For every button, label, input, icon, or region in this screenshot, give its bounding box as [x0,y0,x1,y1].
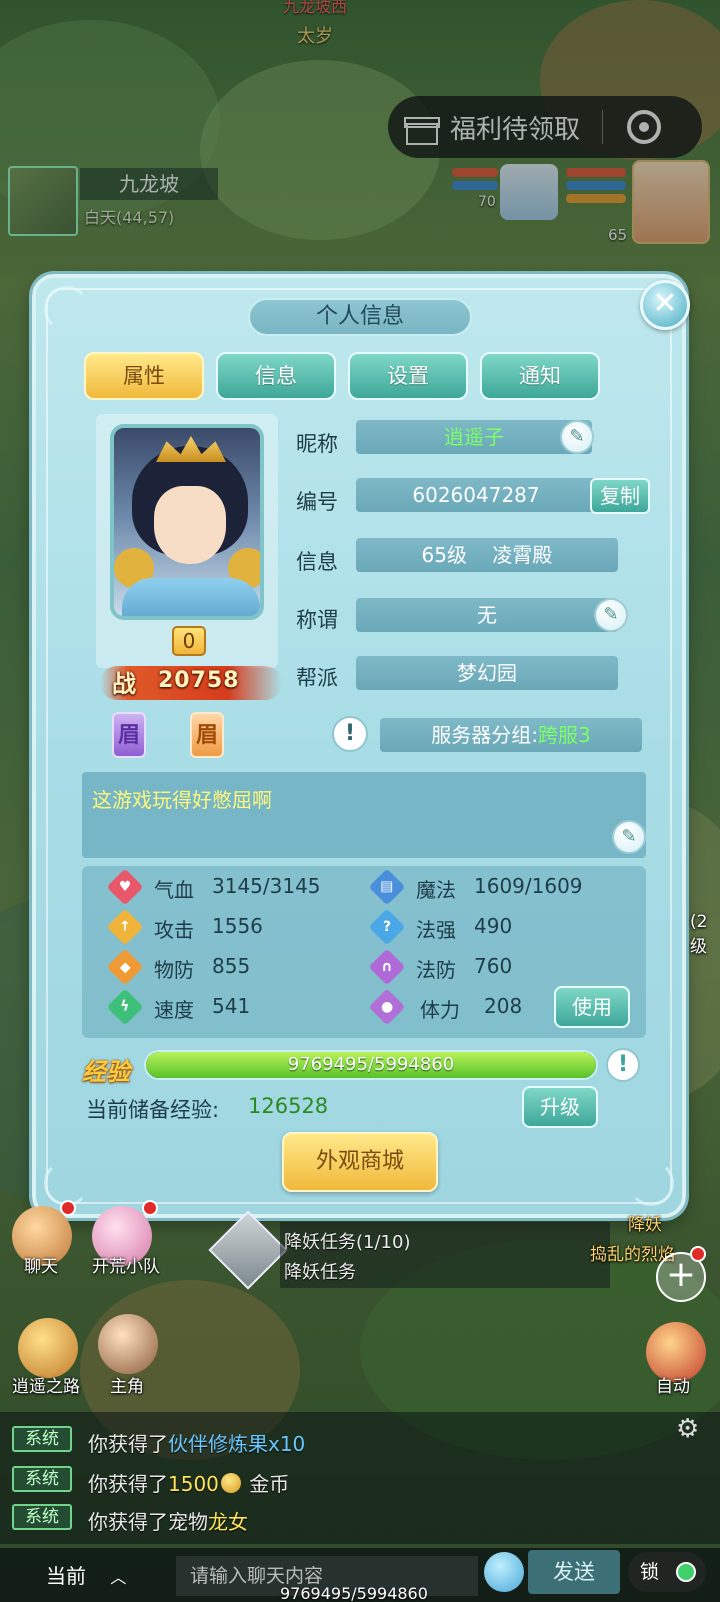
title-badge-orange[interactable]: 眉 [190,712,224,758]
mp-label: 魔法 [416,878,456,902]
hero-menu-icon[interactable] [98,1314,158,1374]
title-badge-purple[interactable]: 眉 [112,712,146,758]
team-notification-dot [142,1200,158,1216]
chat-channel-label: 当前 [46,1564,86,1588]
nickname-label: 昵称 [296,432,338,456]
quest-progress: 降妖任务(1/10) [284,1232,411,1253]
avatar-count-badge: 0 [172,626,206,656]
combat-power-value: 20758 [158,668,240,693]
magic-defense-value: 760 [474,954,513,978]
road-label: 逍遥之路 [12,1377,80,1397]
lock-label: 锁 [640,1561,660,1583]
tab-settings[interactable]: 设置 [348,352,468,400]
use-stamina-button[interactable]: 使用 [554,986,630,1028]
team-label: 开荒小队 [92,1257,160,1277]
side-quest-title: 降妖 [628,1215,662,1235]
guild-value: 梦幻园 [356,656,618,690]
stamina-value: 208 [484,994,523,1018]
stamina-label: 体力 [420,998,460,1022]
stored-exp-label: 当前储备经验: [86,1098,220,1122]
server-group: 服务器分组:跨服3 [380,718,642,752]
title-value: 无 [356,598,618,632]
id-label: 编号 [296,490,338,514]
lock-toggle[interactable]: 锁 [628,1552,706,1592]
attack-label: 攻击 [154,918,194,942]
magic-defense-label: 法防 [416,958,456,982]
quest-tracker[interactable]: 降妖任务(1/10) 降妖任务 [280,1222,610,1288]
footer-exp-text: 9769495/5994860 [280,1584,428,1602]
close-button[interactable]: ✕ [640,280,690,330]
gear-icon[interactable]: ⚙ [676,1414,699,1444]
auto-battle-label: 自动 [656,1377,690,1397]
chat-message-2: 你获得了1500 金币 [88,1472,290,1496]
copy-id-button[interactable]: 复制 [590,478,650,514]
tab-info[interactable]: 信息 [216,352,336,400]
avatar[interactable] [110,424,264,620]
upgrade-button[interactable]: 升级 [522,1086,598,1128]
system-tag: 系统 [12,1504,72,1530]
info-value: 65级 凌霄殿 [356,538,618,572]
signature-text: 这游戏玩得好憋屈啊 [92,788,272,812]
exp-info-icon[interactable]: ! [606,1048,640,1082]
server-group-value: 跨服3 [538,723,591,747]
magic-power-value: 490 [474,914,513,938]
tab-notifications[interactable]: 通知 [480,352,600,400]
nickname-value: 逍遥子 [356,420,592,454]
system-tag: 系统 [12,1466,72,1492]
dialog-title: 个人信息 [248,298,472,336]
side-level: (2级 [690,912,708,957]
edit-title-icon[interactable]: ✎ [594,598,628,632]
chat-message-1: 你获得了伙伴修炼果x10 [88,1432,306,1456]
send-button[interactable]: 发送 [528,1550,620,1594]
hp-label: 气血 [154,878,194,902]
speed-label: 速度 [154,998,194,1022]
server-group-label: 服务器分组: [431,723,538,747]
id-value: 6026047287 [356,478,596,512]
info-label: 信息 [296,550,338,574]
road-icon[interactable] [18,1318,78,1378]
chat-notification-dot [60,1200,76,1216]
emoji-icon[interactable] [484,1552,524,1592]
lock-status-dot [676,1562,696,1582]
plus-notification-dot [690,1246,706,1262]
exp-progress-text: 9769495/5994860 [287,1054,455,1075]
defense-label: 物防 [154,958,194,982]
chat-label: 聊天 [24,1257,58,1277]
magic-power-label: 法强 [416,918,456,942]
hp-value: 3145/3145 [212,874,321,898]
appearance-shop-button[interactable]: 外观商城 [282,1132,438,1192]
quest-name: 降妖任务 [284,1262,356,1283]
combat-power-label: 战 [112,670,136,698]
guild-label: 帮派 [296,666,338,690]
edit-nickname-icon[interactable]: ✎ [560,420,594,454]
hero-menu-label: 主角 [110,1377,144,1397]
attack-value: 1556 [212,914,263,938]
chat-channel-select[interactable]: 当前 ︿ [20,1556,138,1596]
stored-exp-value: 126528 [248,1094,329,1118]
edit-signature-icon[interactable]: ✎ [612,820,646,854]
title-label: 称谓 [296,608,338,632]
exp-label: 经验 [82,1058,130,1086]
system-tag: 系统 [12,1426,72,1452]
exp-progress-bar: 9769495/5994860 [144,1050,598,1080]
speed-value: 541 [212,994,251,1018]
server-info-icon[interactable]: ! [332,716,368,752]
tab-attributes[interactable]: 属性 [84,352,204,400]
mp-value: 1609/1609 [474,874,583,898]
coin-icon [220,1473,241,1493]
chevron-up-icon: ︿ [110,1568,127,1587]
chat-message-3: 你获得了宠物龙女 [88,1510,248,1534]
defense-value: 855 [212,954,251,978]
